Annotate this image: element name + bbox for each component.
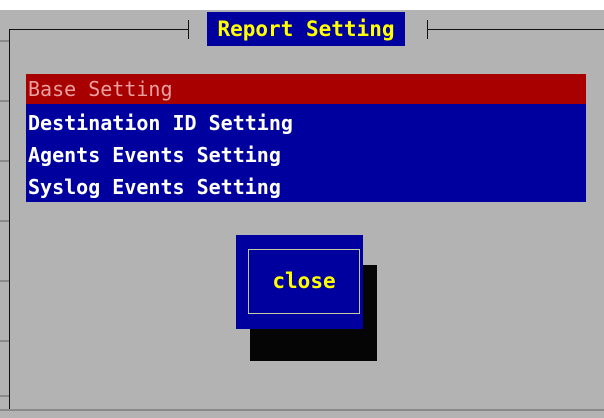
report-setting-screen: Report Setting Base Setting Destination … bbox=[0, 0, 604, 418]
menu-item-base-setting[interactable]: Base Setting bbox=[26, 74, 586, 104]
frame-dash bbox=[0, 160, 9, 162]
top-strip bbox=[0, 0, 604, 10]
frame-left-border bbox=[9, 29, 10, 410]
frame-dash bbox=[0, 40, 9, 42]
frame-dash bbox=[0, 340, 9, 342]
frame-dash bbox=[0, 100, 9, 102]
dialog-title: Report Setting bbox=[207, 12, 405, 46]
frame-tick-left bbox=[188, 20, 189, 39]
frame-dash bbox=[0, 395, 9, 397]
frame-bottom-border bbox=[0, 409, 604, 411]
menu-item-destination-id-setting[interactable]: Destination ID Setting bbox=[26, 108, 586, 138]
frame-top-line-left bbox=[10, 29, 188, 30]
frame-dash bbox=[0, 280, 9, 282]
settings-menu: Base Setting Destination ID Setting Agen… bbox=[26, 74, 586, 202]
frame-top-line-right bbox=[427, 29, 604, 30]
close-button-label[interactable]: close bbox=[248, 249, 360, 314]
menu-item-agents-events-setting[interactable]: Agents Events Setting bbox=[26, 140, 586, 170]
menu-item-syslog-events-setting[interactable]: Syslog Events Setting bbox=[26, 172, 586, 202]
frame-dash bbox=[0, 220, 9, 222]
